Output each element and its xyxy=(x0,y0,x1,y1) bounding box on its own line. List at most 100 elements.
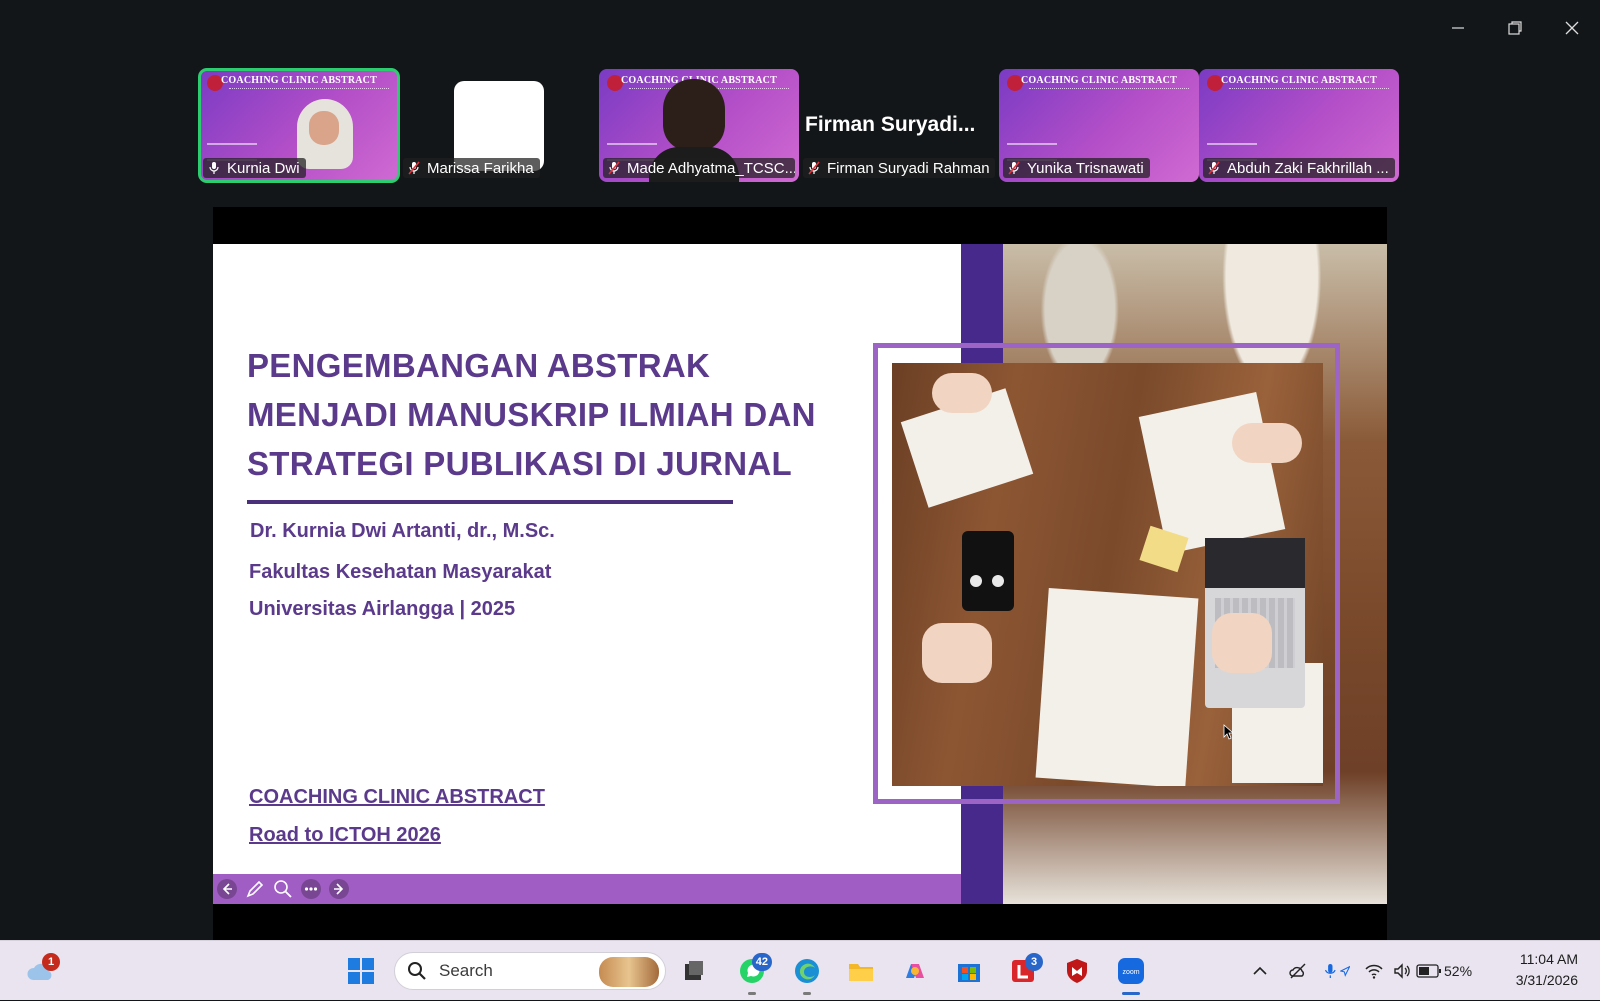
windows-start-icon xyxy=(348,958,374,984)
taskbar-whatsapp[interactable]: 42 xyxy=(732,951,772,995)
window-controls xyxy=(1429,10,1600,46)
arrow-right-icon xyxy=(329,879,349,899)
taskbar-microsoft-store[interactable] xyxy=(949,951,989,991)
slide-faculty: Fakultas Kesehatan Masyarakat xyxy=(249,561,552,583)
taskbar-clock[interactable]: 11:04 AM 3/31/2026 xyxy=(1516,949,1578,991)
tray-overflow-button[interactable] xyxy=(1246,951,1274,991)
wifi-icon xyxy=(1365,964,1383,979)
participant-tile-kurnia[interactable]: COACHING CLINIC ABSTRACT Kurnia Dwi xyxy=(198,68,400,183)
microphone-icon xyxy=(1324,964,1336,978)
task-view-button[interactable] xyxy=(674,951,714,991)
running-indicator xyxy=(803,992,811,995)
system-tray: 52% xyxy=(1246,941,1472,1001)
tile-banner-subtitle xyxy=(1229,88,1389,91)
participant-tile-yunika[interactable]: COACHING CLINIC ABSTRACT Yunika Trisnawa… xyxy=(999,69,1199,182)
tile-banner-subtitle xyxy=(229,88,389,91)
taskbar-l-app[interactable]: 3 xyxy=(1003,951,1043,991)
tray-mic-location-button[interactable] xyxy=(1322,951,1350,991)
slide-more-button[interactable] xyxy=(299,877,323,901)
restore-button[interactable] xyxy=(1486,10,1543,46)
participant-name: Marissa Farikha xyxy=(427,159,534,177)
search-highlight-image xyxy=(599,957,659,987)
slide-university: Universitas Airlangga | 2025 xyxy=(249,598,516,620)
participant-tile-made[interactable]: COACHING CLINIC ABSTRACT Made Adhyatma_T… xyxy=(599,69,799,182)
participant-name-label: Yunika Trisnawati xyxy=(1003,158,1150,178)
participant-name-label: Firman Suryadi Rahman xyxy=(803,158,995,178)
mic-muted-icon xyxy=(1208,161,1220,175)
battery-icon xyxy=(1416,964,1441,978)
slide-desk-photo xyxy=(892,363,1323,786)
start-button[interactable] xyxy=(341,951,381,991)
task-view-icon xyxy=(685,961,703,980)
edge-icon xyxy=(795,959,819,983)
participant-name: Kurnia Dwi xyxy=(227,159,300,177)
participant-name-label: Made Adhyatma_TCSC... xyxy=(603,158,795,178)
restore-icon xyxy=(1507,21,1522,35)
taskbar-zoom[interactable]: zoom xyxy=(1111,951,1151,995)
slide-prev-button[interactable] xyxy=(215,877,239,901)
tray-volume-button[interactable] xyxy=(1388,951,1416,991)
participant-name-label: Abduh Zaki Fakhrillah ... xyxy=(1203,158,1395,178)
mic-muted-icon xyxy=(408,161,420,175)
participant-name-label: Kurnia Dwi xyxy=(203,158,306,178)
mic-on-icon xyxy=(209,162,219,174)
battery-percent: 52% xyxy=(1444,963,1473,979)
tile-banner: COACHING CLINIC ABSTRACT xyxy=(221,75,377,86)
arrow-left-icon xyxy=(217,879,237,899)
tray-network-button[interactable] xyxy=(1360,951,1388,991)
cloud-offline-icon xyxy=(1289,963,1306,979)
weather-widget[interactable]: 1 xyxy=(20,951,60,991)
presentation-slide: PENGEMBANGAN ABSTRAK MENJADI MANUSKRIP I… xyxy=(213,244,1387,904)
search-placeholder: Search xyxy=(439,961,493,980)
slide-zoom-button[interactable] xyxy=(271,877,295,901)
weather-badge: 1 xyxy=(42,953,60,971)
participant-tile-firman[interactable]: Firman Suryadi... Firman Suryadi Rahman xyxy=(799,69,999,182)
tray-battery-button[interactable]: 52% xyxy=(1416,951,1472,991)
search-icon xyxy=(408,962,426,980)
participant-tile-marissa[interactable]: Marissa Farikha xyxy=(399,69,599,182)
more-icon xyxy=(301,879,321,899)
folder-icon xyxy=(849,964,873,981)
participant-display-name: Firman Suryadi... xyxy=(805,113,976,136)
slide-next-button[interactable] xyxy=(327,877,351,901)
participant-name-label: Marissa Farikha xyxy=(403,158,540,178)
participant-tile-abduh[interactable]: COACHING CLINIC ABSTRACT Abduh Zaki Fakh… xyxy=(1199,69,1399,182)
minimize-button[interactable] xyxy=(1429,10,1486,46)
tile-banner-subtitle xyxy=(1029,88,1189,91)
copilot-icon xyxy=(906,964,924,978)
mic-muted-icon xyxy=(1008,161,1020,175)
participant-name: Firman Suryadi Rahman xyxy=(827,159,990,177)
taskbar-mcafee[interactable] xyxy=(1057,951,1097,991)
running-indicator-active xyxy=(1122,992,1140,995)
taskbar-file-explorer[interactable] xyxy=(841,951,881,991)
participant-strip: COACHING CLINIC ABSTRACT Kurnia Dwi Mari… xyxy=(198,68,1399,183)
tile-banner: COACHING CLINIC ABSTRACT xyxy=(1021,75,1177,86)
slide-pen-button[interactable] xyxy=(243,877,267,901)
title-divider xyxy=(247,500,733,504)
participant-name: Made Adhyatma_TCSC... xyxy=(627,159,795,177)
taskbar-search[interactable]: Search xyxy=(394,952,666,990)
clock-date: 3/31/2026 xyxy=(1515,972,1578,988)
slide-link-coaching-clinic[interactable]: COACHING CLINIC ABSTRACT xyxy=(249,786,545,809)
close-button[interactable] xyxy=(1543,10,1600,46)
taskbar-copilot[interactable] xyxy=(895,951,935,991)
taskbar: 1 Search 42 3 zoom 52% 11:04 AM 3/31/202… xyxy=(0,940,1600,1000)
minimize-icon xyxy=(1451,27,1464,29)
chevron-up-icon xyxy=(1253,966,1267,975)
running-indicator xyxy=(748,992,756,995)
slide-nav-tools xyxy=(213,877,351,901)
mic-muted-icon xyxy=(608,161,620,175)
mouse-cursor-icon xyxy=(1223,724,1233,740)
l-app-badge: 3 xyxy=(1025,953,1043,971)
slide-link-road-to-ictoh[interactable]: Road to ICTOH 2026 xyxy=(249,824,441,847)
zoom-icon xyxy=(274,880,292,898)
svg-text:zoom: zoom xyxy=(1122,969,1139,976)
shared-screen[interactable]: PENGEMBANGAN ABSTRAK MENJADI MANUSKRIP I… xyxy=(213,207,1387,940)
tile-banner: COACHING CLINIC ABSTRACT xyxy=(1221,75,1377,86)
participant-name: Yunika Trisnawati xyxy=(1027,159,1144,177)
pen-icon xyxy=(246,880,264,898)
taskbar-edge[interactable] xyxy=(787,951,827,995)
slide-title: PENGEMBANGAN ABSTRAK MENJADI MANUSKRIP I… xyxy=(247,347,816,482)
zoom-app-icon: zoom xyxy=(1118,958,1144,984)
tray-onedrive-button[interactable] xyxy=(1284,951,1312,991)
